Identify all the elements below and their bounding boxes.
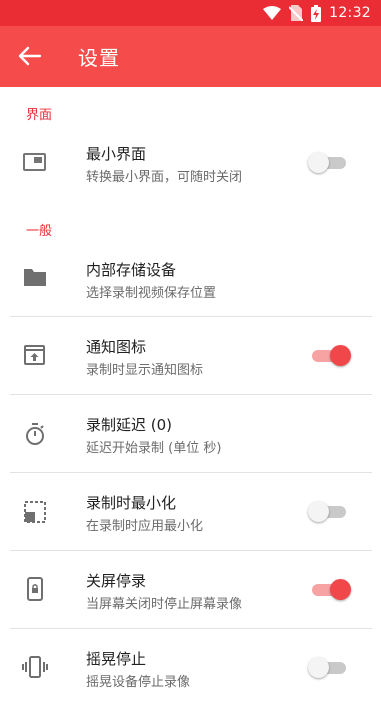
setting-title: 摇晃停止 <box>86 650 147 668</box>
folder-icon <box>24 269 46 286</box>
wifi-icon <box>263 6 282 20</box>
setting-subtitle: 在录制时应用最小化 <box>86 519 204 534</box>
stop-on-screen-off-toggle[interactable] <box>310 578 351 600</box>
setting-subtitle: 选择录制视频保存位置 <box>86 286 217 301</box>
setting-notification-icon[interactable]: 通知图标 录制时显示通知图标 <box>0 317 381 395</box>
no-sim-icon <box>289 5 304 21</box>
lock-phone-icon <box>27 577 43 601</box>
setting-title: 最小界面 <box>86 145 147 163</box>
app-bar: 设置 <box>0 26 381 87</box>
setting-record-delay[interactable]: 录制延迟 (0) 延迟开始录制 (单位 秒) <box>0 395 381 473</box>
setting-subtitle: 延迟开始录制 (单位 秒) <box>86 441 222 456</box>
section-header-interface: 界面 <box>26 108 53 123</box>
toggle-thumb <box>330 579 351 600</box>
setting-title: 内部存储设备 <box>86 261 177 279</box>
setting-title: 通知图标 <box>86 338 147 356</box>
setting-title: 关屏停录 <box>86 572 147 590</box>
setting-title: 录制时最小化 <box>86 494 177 512</box>
setting-minimize-on-record[interactable]: 录制时最小化 在录制时应用最小化 <box>0 473 381 551</box>
toggle-thumb <box>330 345 351 366</box>
setting-subtitle: 录制时显示通知图标 <box>86 363 204 378</box>
toggle-thumb <box>308 657 329 678</box>
setting-subtitle: 当屏幕关闭时停止屏幕录像 <box>86 597 243 612</box>
minimal-ui-toggle[interactable] <box>308 151 350 173</box>
notification-icon-toggle[interactable] <box>310 344 351 366</box>
setting-subtitle: 转换最小界面，可随时关闭 <box>86 170 243 185</box>
section-header-general: 一般 <box>26 224 53 239</box>
page-title: 设置 <box>78 46 120 70</box>
arrow-back-icon[interactable] <box>16 44 44 68</box>
minimize-icon <box>24 501 46 523</box>
notification-icon <box>24 345 45 365</box>
toggle-thumb <box>308 152 329 173</box>
vibrate-icon <box>22 656 48 678</box>
status-bar: 12:32 <box>0 0 381 26</box>
setting-storage[interactable]: 内部存储设备 选择录制视频保存位置 <box>0 239 381 317</box>
setting-shake-to-stop[interactable]: 摇晃停止 摇晃设备停止录像 <box>0 629 381 707</box>
setting-title: 录制延迟 (0) <box>86 416 173 434</box>
toggle-thumb <box>308 501 329 522</box>
shake-to-stop-toggle[interactable] <box>308 656 350 678</box>
battery-charging-icon <box>311 4 322 22</box>
minimize-window-icon <box>23 153 46 171</box>
timer-icon <box>26 423 44 445</box>
setting-minimal-ui[interactable]: 最小界面 转换最小界面，可随时关闭 <box>0 122 381 200</box>
minimize-on-record-toggle[interactable] <box>308 500 350 522</box>
setting-stop-on-screen-off[interactable]: 关屏停录 当屏幕关闭时停止屏幕录像 <box>0 551 381 629</box>
setting-subtitle: 摇晃设备停止录像 <box>86 675 191 690</box>
status-time: 12:32 <box>329 5 371 21</box>
